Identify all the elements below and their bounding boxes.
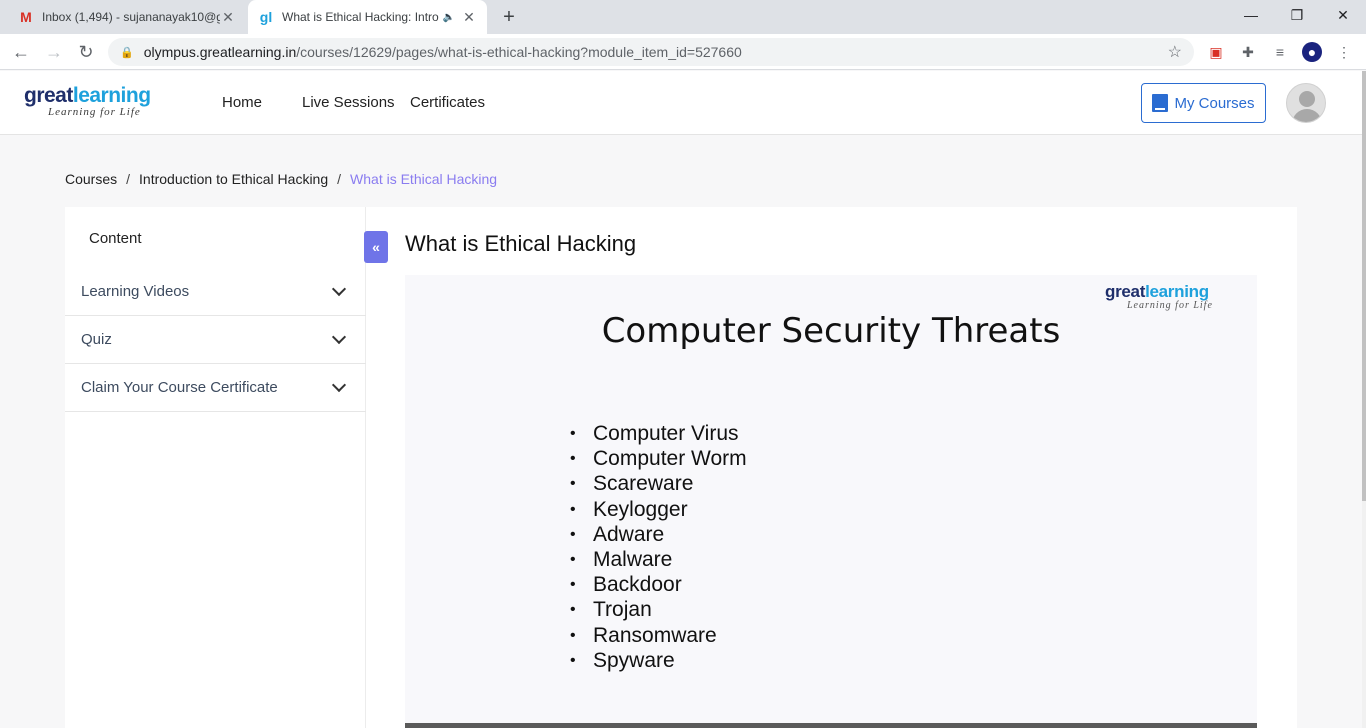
minimize-icon[interactable]: —: [1228, 0, 1274, 30]
breadcrumb-course[interactable]: Introduction to Ethical Hacking: [139, 171, 328, 187]
breadcrumb-separator: /: [126, 171, 131, 187]
slide-logo-text-great: great: [1105, 282, 1146, 301]
page-title: What is Ethical Hacking: [405, 231, 637, 256]
book-icon: [1152, 94, 1169, 112]
sidebar-section-label: Claim Your Course Certificate: [81, 379, 278, 396]
collapse-sidebar-button[interactable]: «: [364, 231, 388, 263]
reload-icon[interactable]: ↻: [74, 40, 98, 64]
browser-tab-gmail[interactable]: M Inbox (1,494) - sujananayak10@g ✕: [8, 0, 246, 34]
profile-avatar-icon[interactable]: ●: [1302, 42, 1322, 62]
list-item: Computer Virus: [570, 421, 747, 446]
list-item: Scareware: [570, 471, 747, 496]
breadcrumb-current: What is Ethical Hacking: [350, 171, 498, 187]
threat-list: Computer Virus Computer Worm Scareware K…: [570, 421, 747, 673]
slide-logo: greatlearning Learning for Life: [1105, 283, 1213, 311]
close-icon[interactable]: ✕: [461, 9, 477, 26]
main-content: What is Ethical Hacking greatlearning Le…: [366, 207, 1297, 728]
restore-icon[interactable]: ❐: [1274, 0, 1320, 30]
list-item: Spyware: [570, 648, 747, 673]
list-item: Computer Worm: [570, 446, 747, 471]
video-control-bar[interactable]: [405, 723, 1257, 728]
nav-certificates[interactable]: Certificates: [410, 94, 485, 111]
gmail-icon: M: [20, 9, 32, 25]
slide-logo-text-learning: learning: [1145, 282, 1209, 301]
greatlearning-favicon-icon: gl: [259, 9, 273, 25]
url-path: /courses/12629/pages/what-is-ethical-hac…: [296, 44, 742, 60]
back-icon[interactable]: ←: [9, 40, 33, 64]
page-scrollbar[interactable]: [1362, 71, 1366, 728]
nav-live-sessions[interactable]: Live Sessions: [302, 94, 395, 111]
breadcrumb-separator: /: [337, 171, 342, 187]
breadcrumb-courses[interactable]: Courses: [65, 171, 117, 187]
tab-title: What is Ethical Hacking: Intro: [282, 10, 439, 24]
site-header: greatlearning Learning for Life Home Liv…: [0, 71, 1362, 135]
chevron-down-icon: [331, 377, 347, 393]
logo-text-learning: learning: [72, 84, 151, 107]
nav-home[interactable]: Home: [222, 94, 262, 111]
list-item: Keylogger: [570, 497, 747, 522]
user-avatar[interactable]: [1286, 83, 1326, 123]
video-slide[interactable]: greatlearning Learning for Life Computer…: [405, 275, 1257, 728]
logo-tagline: Learning for Life: [48, 106, 141, 118]
sidebar-section-certificate[interactable]: Claim Your Course Certificate: [65, 364, 366, 412]
browser-tab-strip: M Inbox (1,494) - sujananayak10@g ✕ gl W…: [0, 0, 1366, 34]
slide-logo-tagline: Learning for Life: [1127, 300, 1213, 311]
logo-text-great: great: [24, 84, 73, 107]
extensions-puzzle-icon[interactable]: ✚: [1238, 42, 1258, 62]
close-icon[interactable]: ✕: [220, 9, 236, 26]
my-courses-button[interactable]: My Courses: [1141, 83, 1266, 123]
forward-icon[interactable]: →: [42, 40, 66, 64]
sidebar-heading: Content: [89, 230, 142, 247]
sidebar-section-quiz[interactable]: Quiz: [65, 316, 366, 364]
list-item: Trojan: [570, 597, 747, 622]
browser-menu-icon[interactable]: ⋮: [1334, 42, 1354, 62]
list-item: Ransomware: [570, 623, 747, 648]
speaker-icon[interactable]: 🔈: [443, 12, 455, 23]
sidebar-section-label: Learning Videos: [81, 283, 190, 300]
slide-title: Computer Security Threats: [601, 311, 1061, 351]
browser-toolbar: ← → ↻ 🔒 olympus.greatlearning.in/courses…: [0, 34, 1366, 70]
list-item: Malware: [570, 547, 747, 572]
my-courses-label: My Courses: [1174, 94, 1255, 112]
scrollbar-thumb[interactable]: [1362, 71, 1366, 501]
chevron-down-icon: [331, 329, 347, 345]
media-control-icon[interactable]: ≡: [1270, 42, 1290, 62]
browser-tab-current[interactable]: gl What is Ethical Hacking: Intro 🔈 ✕: [248, 0, 487, 34]
lock-icon[interactable]: 🔒: [120, 46, 134, 59]
greatlearning-logo[interactable]: greatlearning Learning for Life: [24, 85, 151, 118]
window-close-icon[interactable]: ✕: [1320, 0, 1366, 30]
pocket-extension-icon[interactable]: ▣: [1206, 42, 1226, 62]
list-item: Backdoor: [570, 572, 747, 597]
breadcrumb: Courses / Introduction to Ethical Hackin…: [65, 171, 497, 187]
content-sidebar: Content Learning Videos Quiz Claim Your …: [65, 207, 366, 728]
sidebar-section-learning-videos[interactable]: Learning Videos: [65, 268, 366, 316]
new-tab-button[interactable]: +: [498, 6, 520, 28]
address-bar[interactable]: 🔒 olympus.greatlearning.in/courses/12629…: [108, 38, 1194, 66]
bookmark-star-icon[interactable]: ☆: [1168, 42, 1182, 62]
tab-title: Inbox (1,494) - sujananayak10@g: [42, 10, 220, 24]
url-host: olympus.greatlearning.in: [143, 44, 297, 60]
chevron-down-icon: [331, 281, 347, 297]
sidebar-section-label: Quiz: [81, 331, 112, 348]
list-item: Adware: [570, 522, 747, 547]
